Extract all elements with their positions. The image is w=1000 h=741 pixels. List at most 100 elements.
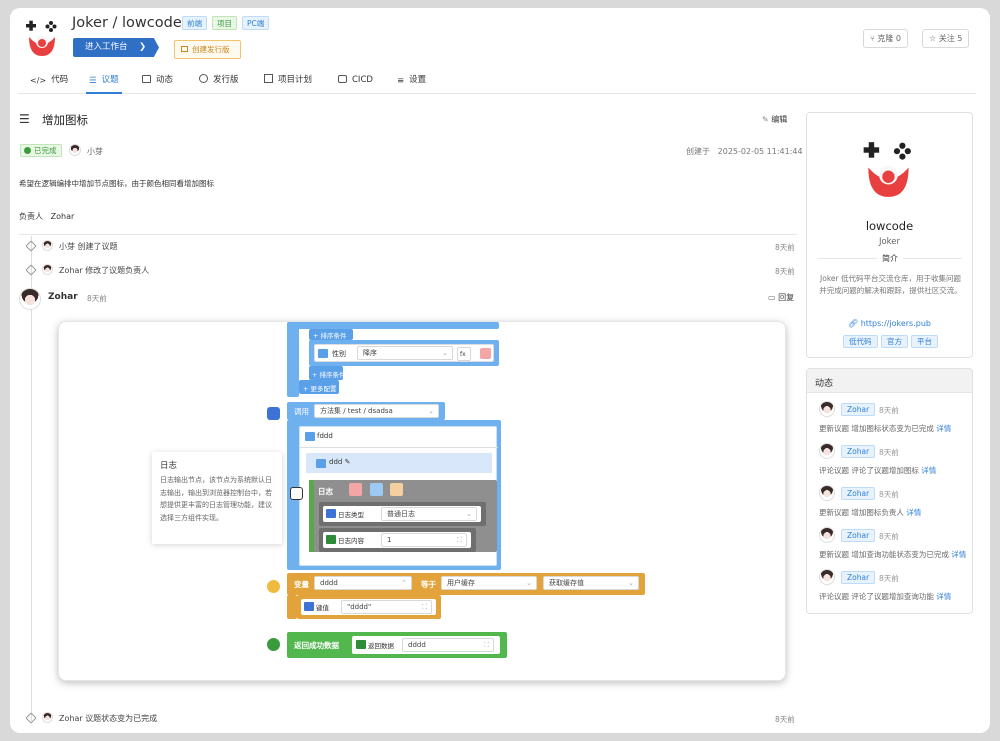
repo-tag: 平台 <box>911 335 938 348</box>
tab-activity-label: 动态 <box>156 75 174 85</box>
tab-release-label: 发行版 <box>213 75 239 85</box>
add-icon[interactable] <box>390 483 403 496</box>
flow-log-type-value: 普通日志 <box>387 510 415 518</box>
avatar[interactable] <box>42 264 53 275</box>
event-user[interactable]: 小芽 <box>59 242 75 251</box>
tab-cicd-label: CICD <box>352 75 373 85</box>
issue-author[interactable]: 小芽 <box>87 146 103 157</box>
avatar[interactable] <box>819 485 835 501</box>
activity-user[interactable]: Zohar <box>841 487 876 500</box>
flow-var-select[interactable]: dddd ⌃ <box>314 576 412 590</box>
activity-detail-link[interactable]: 详情 <box>936 592 951 601</box>
flow-order-value: 降序 <box>363 349 377 357</box>
repo-tag-pc: PC端 <box>242 16 270 30</box>
activity-detail-link[interactable]: 详情 <box>906 508 921 517</box>
create-release-button[interactable]: 创建发行版 <box>174 40 241 59</box>
event-user[interactable]: Zohar <box>59 714 83 723</box>
app-window: Joker / lowcode 前端 项目 PC端 进入工作台 ❯ 创建发行版 … <box>10 8 990 733</box>
avatar[interactable] <box>819 569 835 585</box>
avatar[interactable] <box>42 240 53 251</box>
activity-text-body: 更新议题 增加图标状态变为已完成 <box>819 424 934 433</box>
tab-release[interactable]: 发行版 <box>199 72 239 94</box>
tab-plan[interactable]: 项目计划 <box>264 72 312 94</box>
edit-icon[interactable] <box>370 483 383 496</box>
activity-user[interactable]: Zohar <box>841 571 876 584</box>
tab-issues[interactable]: ☰ 议题 <box>86 72 122 94</box>
activity-detail-link[interactable]: 详情 <box>951 550 966 559</box>
repo-card-owner[interactable]: Joker <box>807 237 972 247</box>
delete-icon[interactable] <box>480 348 491 359</box>
comment-avatar[interactable] <box>19 288 41 310</box>
flow-sort-cond-button-2[interactable]: + 排序条件 <box>309 366 346 380</box>
activity-user[interactable]: Zohar <box>841 529 876 542</box>
flow-more-config-button[interactable]: + 更多配置 <box>299 380 339 394</box>
flow-log-type-select[interactable]: 普通日志 ⌄ <box>381 507 477 521</box>
flow-variable-block[interactable]: 变量 dddd ⌃ 等于 用户缓存 ⌄ 获取缓存值 ⌄ <box>287 573 645 595</box>
delete-icon[interactable] <box>349 483 362 496</box>
avatar[interactable] <box>69 144 81 156</box>
avatar[interactable] <box>42 712 53 723</box>
repo-link[interactable]: 🔗︎ https://jokers.pub <box>807 319 972 328</box>
assignee-name[interactable]: Zohar <box>51 212 75 221</box>
edit-button[interactable]: ✎ 编辑 <box>762 114 787 125</box>
avatar[interactable] <box>819 527 835 543</box>
chevron-down-icon: ⌄ <box>442 349 448 357</box>
field-icon <box>356 640 366 649</box>
cicd-icon <box>338 75 347 83</box>
flow-call-select[interactable]: 方法集 / test / dsadsa ⌄ <box>314 404 439 418</box>
flow-return-data-input[interactable]: dddd ⛶ <box>402 638 494 652</box>
comment-user[interactable]: Zohar <box>48 292 78 302</box>
activity-detail-link[interactable]: 详情 <box>921 466 936 475</box>
log-tooltip: 日志 日志输出节点，该节点为系统默认日志输出，输出到浏览器控制台中，若想提供更丰… <box>152 452 282 544</box>
tab-cicd[interactable]: CICD <box>338 72 373 94</box>
flow-get-cache-select[interactable]: 获取缓存值 ⌄ <box>543 576 639 590</box>
flow-log-content-input[interactable]: 1 ⛶ <box>381 533 467 547</box>
repo-name[interactable]: lowcode <box>122 15 182 31</box>
activity-text-body: 评论议题 评论了议题增加图标 <box>819 466 919 475</box>
flow-call-block[interactable]: 调用 方法集 / test / dsadsa ⌄ <box>287 402 445 420</box>
flow-key-inner: 键值 "dddd" ⛶ <box>301 599 436 615</box>
comment-image[interactable]: + 排序条件 性别 降序 ⌄ fx + 排序条件 + 更多配置 调用 方法集 / … <box>58 321 786 681</box>
flow-fddd: fddd <box>317 432 333 440</box>
activity-user[interactable]: Zohar <box>841 445 876 458</box>
flow-key-input[interactable]: "dddd" ⛶ <box>341 600 432 614</box>
avatar[interactable] <box>819 401 835 417</box>
flow-get-cache: 获取缓存值 <box>549 579 584 587</box>
flow-sort-block <box>287 322 499 329</box>
tab-settings[interactable]: ≡ 设置 <box>397 72 426 94</box>
repo-tabs: </> 代码 ☰ 议题 动态 发行版 项目计划 CICD ≡ 设置 <box>18 72 976 94</box>
chevron-up-icon: ⌃ <box>401 579 407 587</box>
flow-cache-select[interactable]: 用户缓存 ⌄ <box>441 576 537 590</box>
reply-button[interactable]: ▭ 回复 <box>768 292 794 303</box>
activity-detail-link[interactable]: 详情 <box>936 424 951 433</box>
flow-fx-button[interactable]: fx <box>457 347 471 361</box>
repo-title[interactable]: Joker / lowcode <box>72 15 182 31</box>
check-circle-icon <box>267 638 280 651</box>
tab-issues-label: 议题 <box>101 75 119 85</box>
star-button[interactable]: ☆ 关注 5 <box>922 29 970 48</box>
edit-icon: ✎ <box>762 115 769 124</box>
issue-list-icon: ☰ <box>89 76 97 86</box>
flow-sort-cond-button[interactable]: + 排序条件 <box>309 329 353 340</box>
tab-plan-label: 项目计划 <box>278 75 313 85</box>
repo-tag-project: 项目 <box>212 16 237 30</box>
activity-user[interactable]: Zohar <box>841 403 876 416</box>
repo-owner[interactable]: Joker <box>72 15 108 31</box>
flow-key-value: "dddd" <box>347 603 372 611</box>
avatar[interactable] <box>819 443 835 459</box>
flow-return-block[interactable]: 返回成功数据 返回数据 dddd ⛶ <box>287 632 507 658</box>
flow-order-select[interactable]: 降序 ⌄ <box>357 346 453 360</box>
flow-log-type-label: 日志类型 <box>338 511 364 519</box>
tab-activity[interactable]: 动态 <box>142 72 173 94</box>
flow-var-value: dddd <box>320 579 338 587</box>
repo-tag: 低代码 <box>843 335 878 348</box>
issue-list-icon: ☰ <box>19 112 30 126</box>
enter-workbench-button[interactable]: 进入工作台 ❯ <box>73 38 159 57</box>
status-badge: 已完成 <box>20 144 62 157</box>
chevron-down-icon: ⌄ <box>466 510 472 518</box>
fork-button[interactable]: ⑂ 克隆 0 <box>863 29 908 48</box>
event-user[interactable]: Zohar <box>59 266 83 275</box>
tab-code[interactable]: </> 代码 <box>30 72 68 94</box>
issue-title: 增加图标 <box>42 113 88 127</box>
flow-user-cache: 用户缓存 <box>447 579 475 587</box>
